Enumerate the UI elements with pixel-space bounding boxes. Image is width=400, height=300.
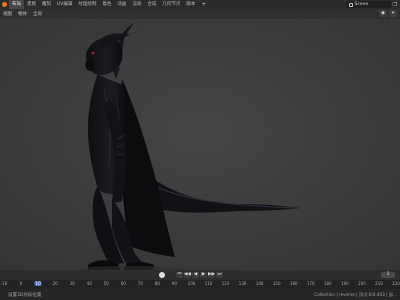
timeline-tick: 190 bbox=[341, 281, 349, 286]
timeline-tick: 180 bbox=[323, 281, 332, 286]
timeline-tick: 220 bbox=[392, 281, 400, 286]
header-menu-global[interactable]: 全局 bbox=[30, 11, 45, 17]
jump-end-icon[interactable]: ⏭ bbox=[216, 272, 223, 278]
timeline-tick: 50 bbox=[103, 281, 109, 286]
scene-name: Scene bbox=[354, 2, 369, 7]
add-workspace-button[interactable]: + bbox=[198, 0, 209, 9]
scene-selector-area: Scene ❐ bbox=[346, 0, 400, 9]
header-menu-view[interactable]: 视图 bbox=[0, 11, 15, 17]
timeline-tick: 20 bbox=[52, 281, 58, 286]
timeline-tick: 80 bbox=[154, 281, 160, 286]
timeline-tick: 140 bbox=[255, 281, 264, 286]
timeline-tick: 90 bbox=[171, 281, 177, 286]
timeline-tick: 70 bbox=[137, 281, 143, 286]
tab-3[interactable]: UV编辑 bbox=[54, 0, 75, 9]
overlay-toggle-icon[interactable]: ◉ bbox=[379, 10, 387, 17]
status-stats: Collection | reverse | 顶点:0/4,443 | 面... bbox=[314, 292, 397, 297]
tab-8[interactable]: 合成 bbox=[144, 0, 159, 9]
tab-4[interactable]: 纹理绘制 bbox=[75, 0, 99, 9]
timeline-tick: 60 bbox=[120, 281, 126, 286]
timeline-tick: 170 bbox=[306, 281, 315, 286]
timeline-tick: 0 bbox=[19, 281, 23, 286]
status-bar: 设置3D光标位置 Collection | reverse | 顶点:0/4,4… bbox=[0, 289, 400, 300]
timeline-tick: 130 bbox=[238, 281, 247, 286]
top-menu-bar: 布局 建模 雕刻 UV编辑 纹理绘制 着色 动画 渲染 合成 几何节点 脚本 + Scene ❐ bbox=[0, 0, 400, 9]
tab-6[interactable]: 动画 bbox=[114, 0, 129, 9]
jump-start-icon[interactable]: ⏮ bbox=[176, 272, 183, 278]
playback-controls: ⏮ ◀◀ ◀ ▶ ▶▶ ⏭ bbox=[176, 272, 223, 278]
status-hint: 设置3D光标位置 bbox=[8, 292, 42, 298]
viewport-header: 视图 物体 全局 ◉ ▾ bbox=[0, 9, 400, 19]
current-frame-field[interactable]: 1 bbox=[381, 272, 395, 278]
timeline-tick: 30 bbox=[69, 281, 75, 286]
tab-7[interactable]: 渲染 bbox=[129, 0, 144, 9]
tab-5[interactable]: 着色 bbox=[99, 0, 114, 9]
tab-0[interactable]: 布局 bbox=[9, 0, 24, 9]
workspace-tabs: 布局 建模 雕刻 UV编辑 纹理绘制 着色 动画 渲染 合成 几何节点 脚本 bbox=[9, 0, 198, 9]
timeline-tick: 120 bbox=[221, 281, 230, 286]
record-keyframe-icon[interactable] bbox=[159, 272, 165, 278]
3d-viewport[interactable] bbox=[0, 19, 400, 270]
prev-keyframe-icon[interactable]: ◀◀ bbox=[184, 272, 191, 278]
new-scene-icon[interactable]: ❐ bbox=[393, 2, 397, 8]
play-icon[interactable]: ▶ bbox=[200, 272, 207, 278]
scene-selector[interactable]: Scene bbox=[346, 1, 391, 8]
tab-2[interactable]: 雕刻 bbox=[39, 0, 54, 9]
shading-dropdown-icon[interactable]: ▾ bbox=[389, 10, 397, 17]
timeline-tick: 40 bbox=[86, 281, 92, 286]
header-menu-object[interactable]: 物体 bbox=[15, 11, 30, 17]
next-keyframe-icon[interactable]: ▶▶ bbox=[208, 272, 215, 278]
tab-10[interactable]: 脚本 bbox=[183, 0, 198, 9]
scene-icon bbox=[348, 2, 353, 7]
timeline-header: ⏮ ◀◀ ◀ ▶ ▶▶ ⏭ 1 bbox=[0, 270, 400, 280]
tab-9[interactable]: 几何节点 bbox=[159, 0, 183, 9]
app-logo-icon[interactable] bbox=[0, 0, 9, 9]
play-reverse-icon[interactable]: ◀ bbox=[192, 272, 199, 278]
timeline-tick: 200 bbox=[358, 281, 366, 286]
timeline-tick: 160 bbox=[289, 281, 298, 286]
tab-1[interactable]: 建模 bbox=[24, 0, 39, 9]
timeline-tick: 110 bbox=[204, 281, 213, 286]
viewport-model-render bbox=[0, 19, 400, 270]
timeline-tick: 10 bbox=[34, 281, 42, 286]
timeline-tick: 210 bbox=[375, 281, 383, 286]
timeline-tick: 150 bbox=[272, 281, 281, 286]
timeline-ruler[interactable]: -10 0 10 20 30 40 50 60 70 80 90 100 110 120 130 140 150… bbox=[0, 280, 400, 289]
viewport-shading-controls: ◉ ▾ bbox=[379, 10, 397, 17]
timeline-tick: -10 bbox=[0, 281, 8, 286]
timeline-tick: 100 bbox=[187, 281, 196, 286]
